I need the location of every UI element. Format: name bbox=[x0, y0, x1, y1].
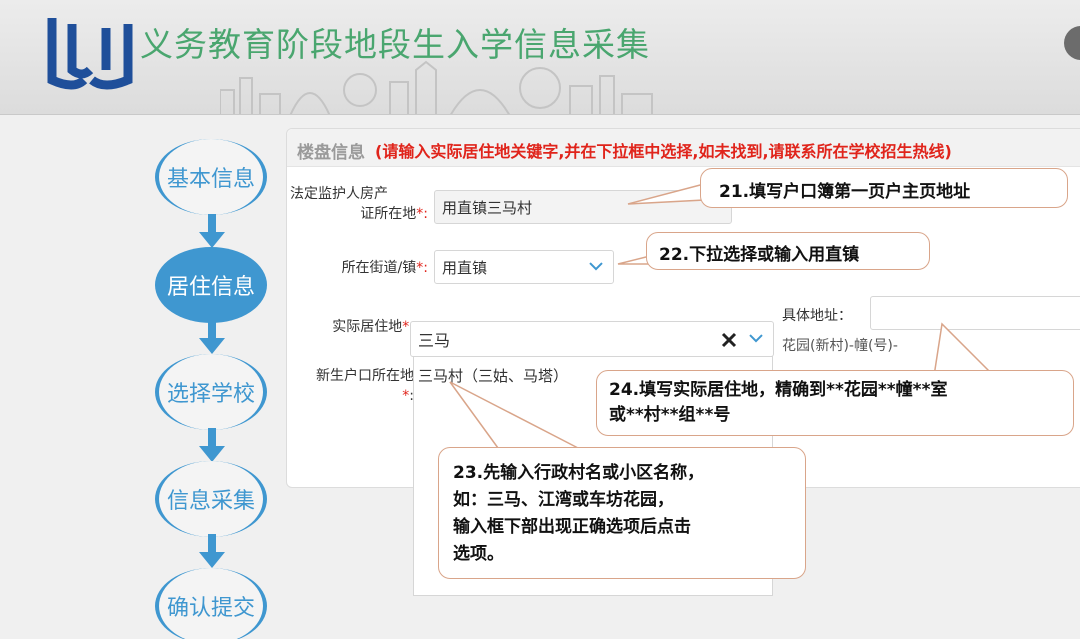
callout-step-24: 24.填写实际居住地，精确到**花园**幢**室 或**村**组**号 bbox=[596, 370, 1074, 436]
callout-step-23: 23.先输入行政村名或小区名称， 如：三马、江湾或车坊花园， 输入框下部出现正确… bbox=[438, 447, 806, 579]
callout-step-21: 21.填写户口簿第一页户主页地址 bbox=[700, 168, 1068, 208]
callout-step-22: 22.下拉选择或输入用直镇 bbox=[646, 232, 930, 270]
